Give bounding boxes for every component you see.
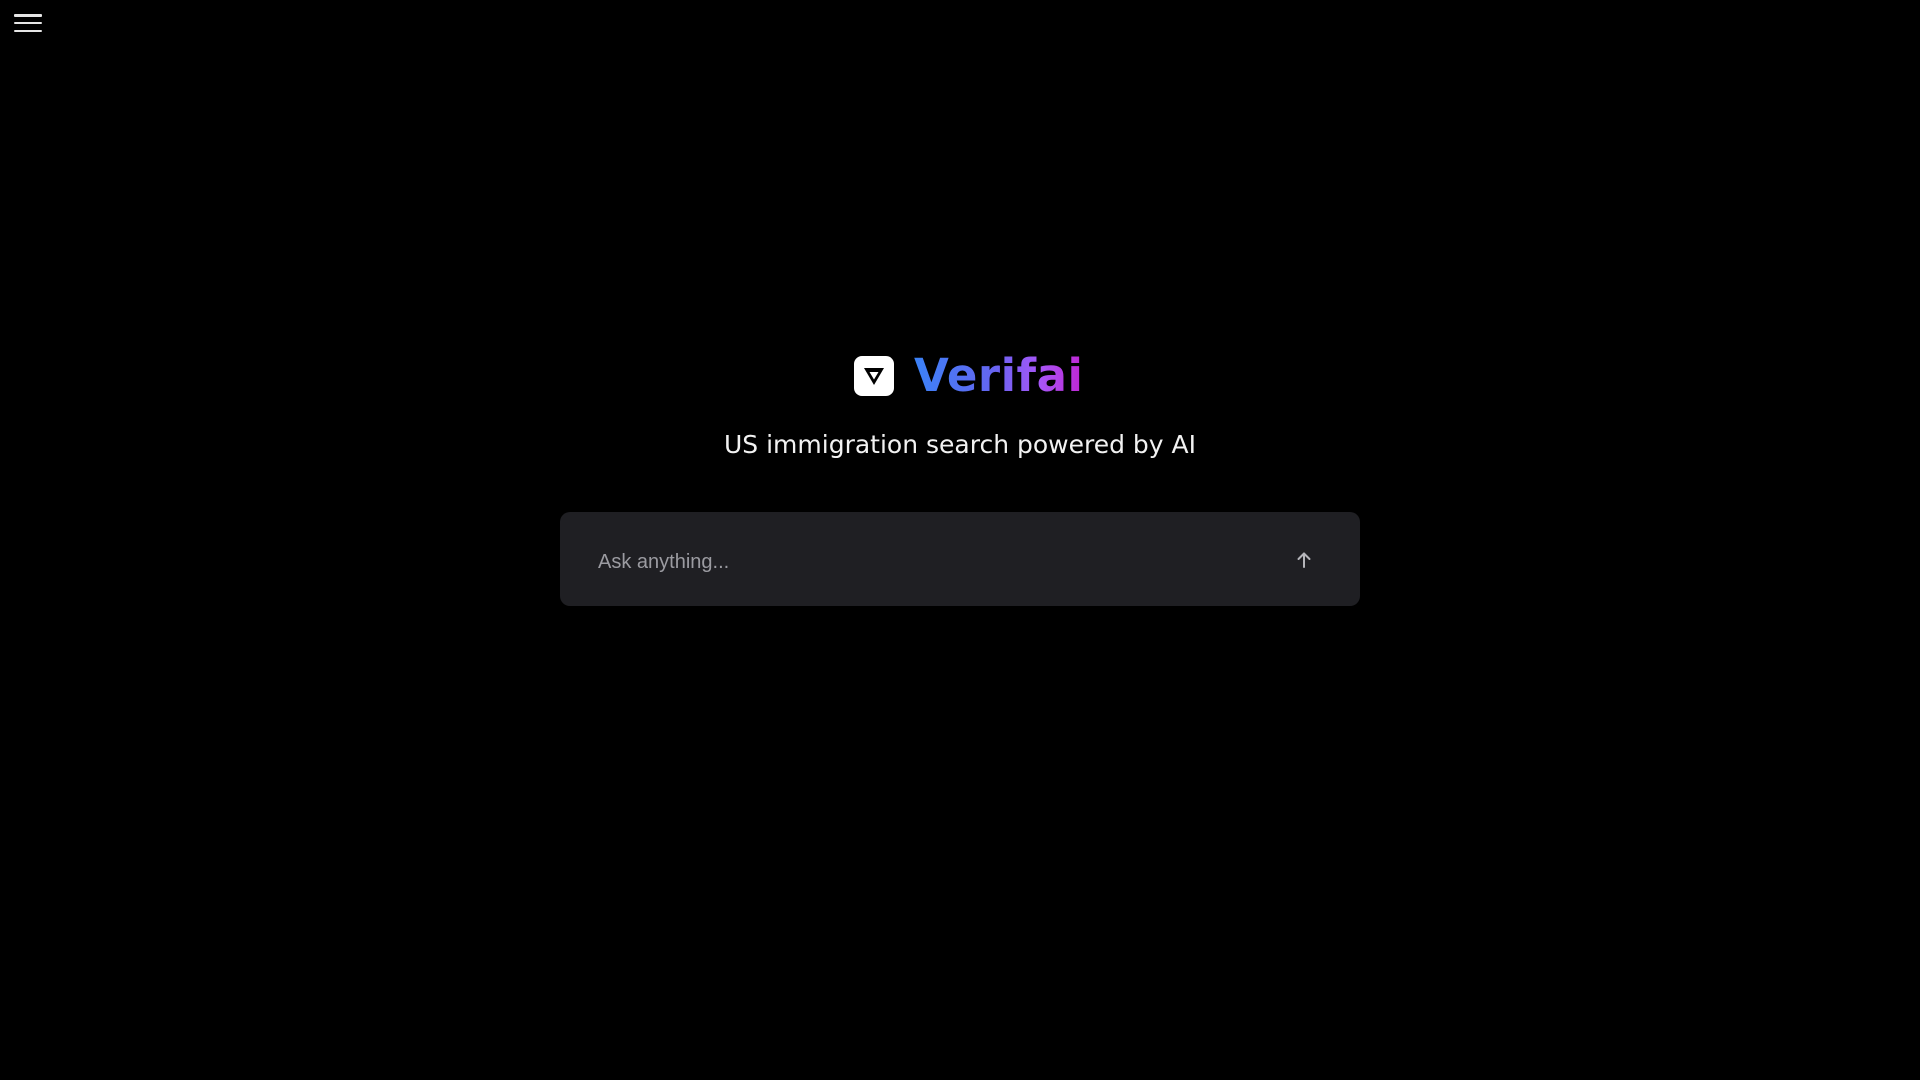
search-box bbox=[560, 512, 1360, 606]
brand: Verifai bbox=[854, 350, 1083, 402]
submit-button[interactable] bbox=[1288, 544, 1320, 576]
arrow-up-icon bbox=[1297, 552, 1311, 568]
hero-section: Verifai US immigration search powered by… bbox=[0, 0, 1920, 1080]
search-input[interactable] bbox=[598, 512, 1238, 606]
brand-name: Verifai bbox=[914, 349, 1084, 402]
tagline: US immigration search powered by AI bbox=[723, 430, 1196, 459]
verifai-logo-icon bbox=[854, 356, 894, 396]
